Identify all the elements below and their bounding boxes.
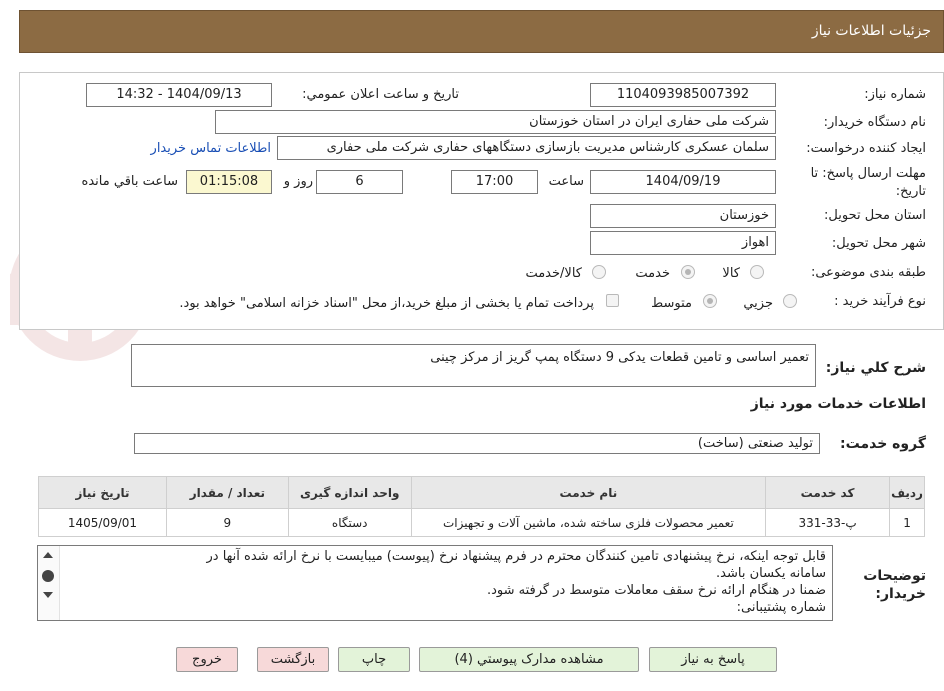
notes-line-2: سامانه یکسان باشد. [716,566,826,581]
province-field[interactable]: خوزستان [590,204,776,228]
col-row: رديف [889,476,925,509]
buyer-org-field[interactable]: شرکت ملی حفاری ایران در استان خوزستان [215,110,776,134]
notes-scrollbar[interactable] [38,546,60,620]
announce-field[interactable]: 1404/09/13 - 14:32 [86,83,272,107]
page-header: جزئیات اطلاعات نیاز [19,10,944,53]
notes-line-3: ضمنا در هنگام ارائه نرخ سقف معاملات متوس… [486,583,826,598]
city-field[interactable]: اهواز [590,231,776,255]
remaining-time-field: 01:15:08 [186,170,272,194]
deadline-time-field[interactable]: 17:00 [451,170,538,194]
announce-label: تاریخ و ساعت اعلان عمومي: [302,87,459,102]
buyer-notes-field[interactable]: قابل توجه اینکه، نرخ پیشنهادی تامین کنند… [37,545,833,621]
need-number-field[interactable]: 1104093985007392 [590,83,776,107]
requester-label: ایجاد کننده درخواست: [806,141,926,156]
buyer-contact-link[interactable]: اطلاعات تماس خريدار [151,141,271,156]
radio-service[interactable] [681,265,695,279]
process-label: نوع فرآیند خرید : [834,294,926,309]
table-row: 1 پ-33-331 تعمیر محصولات فلزی ساخته شده،… [38,508,925,537]
notes-line-1: قابل توجه اینکه، نرخ پیشنهادی تامین کنند… [206,549,827,564]
cell-date: 1405/09/01 [38,508,167,537]
scroll-down-icon [43,592,53,598]
radio-goods-service[interactable] [592,265,606,279]
radio-minor[interactable] [783,294,797,308]
reply-button[interactable]: پاسخ به نياز [649,647,777,672]
days-field[interactable]: 6 [316,170,403,194]
cell-code: پ-33-331 [765,508,891,537]
category-label: طبقه بندی موضوعی: [810,265,926,280]
remaining-label: ساعت باقي مانده [81,174,178,189]
cell-name: تعمیر محصولات فلزی ساخته شده، ماشین آلات… [410,508,767,537]
summary-field[interactable]: تعمیر اساسی و تامین قطعات یدکی 9 دستگاه … [131,344,816,387]
services-table: رديف کد خدمت نام خدمت واحد اندازه گيری ت… [38,476,925,537]
cell-qty: 9 [165,508,289,537]
payment-checkbox[interactable] [606,294,619,307]
cell-row: 1 [889,508,925,537]
radio-minor-label: جزيي [743,296,773,311]
attachments-button[interactable]: مشاهده مدارک پيوستي (4) [419,647,639,672]
radio-goods-service-label: کالا/خدمت [525,266,582,281]
exit-button[interactable]: خروج [176,647,238,672]
deadline-label: مهلت ارسال پاسخ: تا [810,166,926,181]
radio-goods-label: کالا [722,266,740,281]
notes-line-4: شماره پشتیبانی: [736,600,826,615]
deadline-label-date: تاریخ: [895,184,926,199]
requester-field[interactable]: سلمان عسکری کارشناس مدیریت بازسازی دستگا… [277,136,776,160]
scroll-thumb-icon [42,570,54,582]
buyer-org-label: نام دستگاه خريدار: [823,115,926,130]
page-title: جزئیات اطلاعات نیاز [811,23,931,39]
print-button[interactable]: چاپ [338,647,410,672]
days-label: روز و [283,174,313,189]
need-number-label: شماره نیاز: [864,87,926,102]
col-name: نام خدمت [410,476,767,509]
cell-unit: دستگاه [287,508,412,537]
province-label: استان محل تحویل: [824,208,926,223]
notes-label: توضيحات [863,568,926,584]
col-qty: تعداد / مقدار [165,476,289,509]
time-label: ساعت [548,174,584,189]
services-section-title: اطلاعات خدمات مورد نياز [750,396,926,412]
notes-label-2: خريدار: [875,586,926,602]
notes-text: قابل توجه اینکه، نرخ پیشنهادی تامین کنند… [64,548,827,616]
summary-label: شرح کلي نياز: [825,360,926,376]
radio-service-label: خدمت [635,266,670,281]
scroll-up-icon [43,552,53,558]
service-group-field[interactable]: تولید صنعتی (ساخت) [134,433,820,454]
back-button[interactable]: بازگشت [257,647,329,672]
radio-medium[interactable] [703,294,717,308]
service-group-label: گروه خدمت: [840,436,926,452]
city-label: شهر محل تحویل: [831,236,926,251]
deadline-date-field[interactable]: 1404/09/19 [590,170,776,194]
radio-goods[interactable] [750,265,764,279]
col-unit: واحد اندازه گيری [287,476,412,509]
col-date: تاريخ نياز [38,476,167,509]
col-code: کد خدمت [765,476,891,509]
radio-medium-label: متوسط [651,296,692,311]
payment-note: پرداخت تمام یا بخشی از مبلغ خرید،از محل … [179,296,594,311]
